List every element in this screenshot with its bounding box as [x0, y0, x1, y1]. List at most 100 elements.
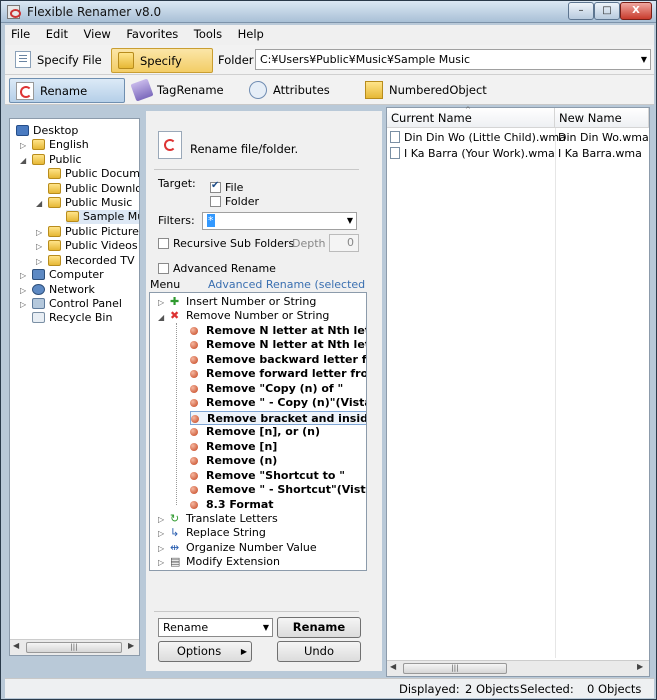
file-list[interactable]: Current Name ^ New Name Din Din Wo (Litt…	[386, 106, 650, 677]
menu-translate-letters[interactable]: ↻ Translate Letters	[170, 512, 278, 526]
menu-remove-number[interactable]: ✖ Remove Number or String	[170, 309, 329, 323]
collapse-icon[interactable]: ◢	[36, 199, 42, 208]
column-new-name[interactable]: New Name	[555, 108, 649, 128]
menu-tools[interactable]: Tools	[188, 25, 228, 41]
tree-item-computer[interactable]: Computer	[32, 268, 104, 282]
scroll-right-icon[interactable]: ▶	[637, 662, 643, 671]
tree-item-public-music[interactable]: Public Music	[48, 196, 132, 210]
tree-item-recorded-tv[interactable]: Recorded TV	[48, 254, 135, 268]
menu-remove-item[interactable]: Remove " - Copy (n)"(Vista)	[190, 396, 366, 410]
tree-item-desktop[interactable]: Desktop	[16, 124, 78, 138]
specify-file-button[interactable]: Specify File	[9, 48, 107, 73]
mode-combo[interactable]: Rename ▼	[158, 618, 273, 637]
recursive-checkbox[interactable]: Recursive Sub Folders	[158, 237, 294, 250]
menu-view[interactable]: View	[78, 25, 117, 41]
tree-item-network[interactable]: Network	[32, 283, 95, 297]
tree-item-public-downloads[interactable]: Public Downlo	[48, 182, 139, 196]
expand-icon[interactable]: ▷	[158, 515, 164, 524]
chevron-down-icon[interactable]: ▼	[641, 55, 647, 64]
menu-remove-item[interactable]: 8.3 Format	[190, 498, 274, 512]
menu-remove-item[interactable]: Remove (n)	[190, 454, 277, 468]
minimize-button[interactable]: –	[568, 2, 594, 20]
rename-button[interactable]: Rename	[277, 617, 361, 638]
depth-input[interactable]: 0	[329, 234, 359, 252]
chevron-down-icon[interactable]: ▼	[347, 216, 353, 225]
chevron-down-icon[interactable]: ▼	[263, 623, 269, 632]
menu-remove-item[interactable]: Remove " - Shortcut"(Vista)	[190, 483, 366, 497]
scroll-right-icon[interactable]: ▶	[128, 641, 134, 650]
undo-button[interactable]: Undo	[277, 641, 361, 662]
folder-tree[interactable]: Desktop ▷ English ◢ Public Public Docume…	[9, 118, 140, 656]
close-button[interactable]: X	[620, 2, 652, 20]
tab-attributes[interactable]: Attributes	[243, 78, 353, 103]
menu-edit[interactable]: Edit	[40, 25, 74, 41]
target-folder-checkbox[interactable]: Folder	[210, 195, 259, 208]
expand-icon[interactable]: ▷	[36, 242, 42, 251]
folder-path-combo[interactable]: C:¥Users¥Public¥Music¥Sample Music ▼	[255, 49, 651, 70]
tree-item-recycle-bin[interactable]: Recycle Bin	[32, 311, 112, 325]
file-row[interactable]: Din Din Wo (Little Child).wma Din Din Wo…	[390, 130, 649, 146]
selected-label: Selected:	[520, 682, 574, 696]
expand-icon[interactable]: ▷	[158, 544, 164, 553]
tab-rename[interactable]: Rename	[9, 78, 125, 103]
tree-item-english[interactable]: English	[32, 138, 89, 152]
menu-item-label: 8.3 Format	[206, 498, 274, 511]
scrollbar-thumb[interactable]: |||	[26, 642, 122, 653]
menu-remove-item[interactable]: Remove N letter at Nth letter	[190, 324, 366, 338]
menu-remove-item[interactable]: Remove N letter at Nth letter	[190, 338, 366, 352]
scroll-left-icon[interactable]: ◀	[390, 662, 396, 671]
expand-icon[interactable]: ▷	[158, 529, 164, 538]
checkbox[interactable]	[210, 180, 221, 193]
expand-icon[interactable]: ▷	[20, 300, 26, 309]
checkbox[interactable]	[158, 263, 169, 274]
menu-remove-item[interactable]: Remove "Shortcut to "	[190, 469, 345, 483]
tree-horizontal-scrollbar[interactable]: ◀ ||| ▶	[10, 639, 139, 655]
expand-icon[interactable]: ▷	[158, 558, 164, 567]
tree-item-sample-music[interactable]: Sample Mu	[66, 210, 139, 224]
scrollbar-thumb[interactable]: |||	[403, 663, 507, 674]
menu-replace-string[interactable]: ↳ Replace String	[170, 526, 266, 540]
filters-combo[interactable]: * ▼	[202, 212, 357, 230]
tab-numberedobject[interactable]: NumberedObject	[359, 78, 487, 103]
checkbox[interactable]	[210, 196, 221, 207]
menu-remove-item[interactable]: Remove [n]	[190, 440, 277, 454]
column-label: New Name	[559, 111, 622, 125]
file-row[interactable]: I Ka Barra (Your Work).wma I Ka Barra.wm…	[390, 146, 648, 162]
menu-organize-number[interactable]: ⇹ Organize Number Value	[170, 541, 317, 555]
menu-file[interactable]: File	[5, 25, 36, 41]
column-current-name[interactable]: Current Name ^	[387, 106, 555, 128]
menu-remove-item[interactable]: Remove "Copy (n) of "	[190, 382, 343, 396]
advanced-rename-checkbox[interactable]: Advanced Rename	[158, 262, 276, 275]
tree-item-public-documents[interactable]: Public Docume	[48, 167, 139, 181]
menu-insert-number[interactable]: ✚ Insert Number or String	[170, 295, 316, 309]
tree-item-public-videos[interactable]: Public Videos	[48, 239, 138, 253]
expand-icon[interactable]: ▷	[20, 286, 26, 295]
menu-remove-item-selected[interactable]: Remove bracket and inside	[190, 411, 366, 425]
target-file-checkbox[interactable]: File	[210, 180, 243, 194]
tree-item-public[interactable]: Public	[32, 153, 82, 167]
expand-icon[interactable]: ▷	[158, 298, 164, 307]
scroll-left-icon[interactable]: ◀	[13, 641, 19, 650]
collapse-icon[interactable]: ◢	[158, 313, 164, 322]
expand-icon[interactable]: ▷	[36, 257, 42, 266]
rename-menu-tree[interactable]: ▷ ✚ Insert Number or String ◢ ✖ Remove Num…	[149, 292, 367, 571]
tree-item-control-panel[interactable]: Control Panel	[32, 297, 122, 311]
tree-item-public-pictures[interactable]: Public Pictures	[48, 225, 139, 239]
expand-icon[interactable]: ▷	[20, 141, 26, 150]
menu-modify-extension[interactable]: ▤ Modify Extension	[170, 555, 280, 569]
specify-folder-button[interactable]: Specify Folder	[111, 48, 213, 92]
collapse-icon[interactable]: ◢	[20, 156, 26, 165]
tab-tagrename[interactable]: TagRename	[127, 78, 237, 103]
checkbox[interactable]	[158, 238, 169, 249]
options-button[interactable]: Options ▶	[158, 641, 252, 662]
menu-remove-item[interactable]: Remove backward letter from	[190, 353, 366, 367]
menu-remove-item[interactable]: Remove forward letter from l	[190, 367, 366, 381]
expand-icon[interactable]: ▷	[20, 271, 26, 280]
menu-help[interactable]: Help	[232, 25, 270, 41]
file-list-horizontal-scrollbar[interactable]: ◀ ||| ▶	[387, 660, 649, 676]
expand-icon[interactable]: ▷	[36, 228, 42, 237]
menu-favorites[interactable]: Favorites	[120, 25, 184, 41]
menu-remove-item[interactable]: Remove [n], or (n)	[190, 425, 320, 439]
title-bar[interactable]: Flexible Renamer v8.0 – □ X	[1, 1, 656, 23]
maximize-button[interactable]: □	[594, 2, 620, 20]
